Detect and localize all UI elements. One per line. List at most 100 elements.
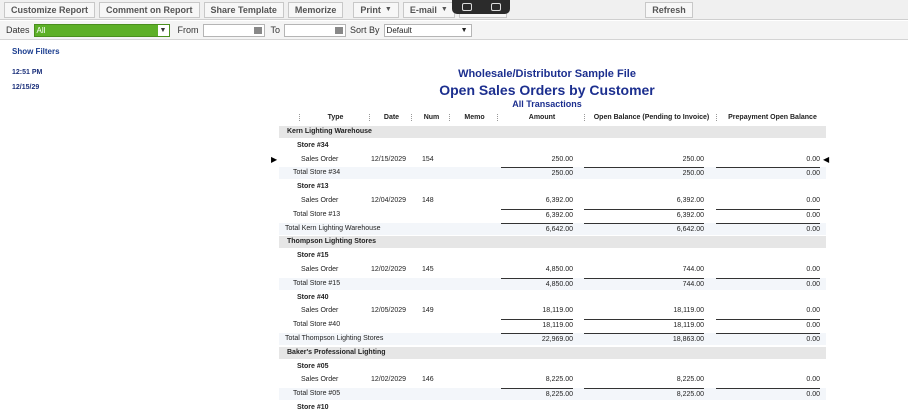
txn-prepay-balance: 0.00 bbox=[806, 307, 820, 315]
chevron-down-icon[interactable]: ▼ bbox=[157, 24, 169, 36]
table-row[interactable]: Sales Order 12/02/2029 145 4,850.00 744.00 0.… bbox=[279, 264, 826, 276]
filter-bar: Dates All ▼ From To Sort By Default ▼ bbox=[0, 21, 908, 40]
column-header[interactable]: Date bbox=[369, 114, 411, 121]
txn-open-balance: 18,119.00 bbox=[673, 307, 704, 315]
store-row[interactable]: Store #05 bbox=[279, 361, 826, 373]
to-date-input[interactable] bbox=[284, 23, 347, 37]
store-total-row[interactable]: Total Store #15 4,850.00 744.00 0.00 bbox=[279, 277, 826, 290]
store-name: Store #13 bbox=[297, 183, 329, 191]
dates-label: Dates bbox=[6, 25, 30, 35]
txn-open-balance: 6,392.00 bbox=[676, 197, 704, 204]
total-label: Total Store #40 bbox=[293, 321, 341, 329]
txn-amount: 250.00 bbox=[551, 155, 573, 163]
column-header[interactable]: Open Balance (Pending to Invoice) bbox=[584, 114, 716, 121]
total-label: Total Store #05 bbox=[293, 390, 341, 398]
total-amount: 8,225.00 bbox=[501, 388, 573, 398]
column-header[interactable]: Amount bbox=[497, 114, 584, 121]
table-row[interactable]: Sales Order 12/04/2029 148 6,392.00 6,392.00… bbox=[279, 195, 826, 207]
store-row[interactable]: Store #34 bbox=[279, 140, 826, 152]
customer-total-row[interactable]: Total Kern Lighting Warehouse 6,642.00 6,6… bbox=[279, 222, 826, 235]
total-label: Total Kern Lighting Warehouse bbox=[285, 224, 381, 232]
txn-open-balance: 8,225.00 bbox=[676, 376, 704, 384]
store-row[interactable]: Store #10 bbox=[279, 402, 826, 414]
store-total-row[interactable]: Total Store #40 18,119.00 18,119.00 0.00 bbox=[279, 319, 826, 331]
sortby-value: Default bbox=[386, 25, 412, 35]
txn-prepay-balance: 0.00 bbox=[806, 197, 820, 204]
column-header[interactable]: Num bbox=[411, 114, 449, 121]
show-filters-link[interactable]: Show Filters bbox=[12, 47, 60, 56]
table-row[interactable]: Sales Order 12/02/2029 146 8,225.00 8,225.00… bbox=[279, 374, 826, 386]
report-title: Open Sales Orders by Customer bbox=[439, 82, 655, 98]
store-total-row[interactable]: Total Store #34 250.00 250.00 0.00 bbox=[279, 167, 826, 180]
total-amount: 6,642.00 bbox=[501, 222, 573, 233]
txn-type: Sales Order bbox=[301, 376, 339, 384]
total-prepay-balance: 0.00 bbox=[716, 333, 820, 343]
print-button[interactable]: Print ▼ bbox=[353, 1, 399, 18]
store-name: Store #05 bbox=[297, 362, 329, 370]
total-amount: 250.00 bbox=[501, 167, 573, 177]
total-open-balance: 6,642.00 bbox=[584, 222, 704, 233]
dates-select[interactable]: All ▼ bbox=[33, 23, 170, 37]
total-label: Total Store #15 bbox=[293, 279, 341, 287]
report-subtitle: All Transactions bbox=[512, 99, 582, 109]
txn-prepay-balance: 0.00 bbox=[806, 155, 820, 163]
store-name: Store #15 bbox=[297, 252, 329, 260]
calendar-icon[interactable] bbox=[253, 26, 262, 34]
txn-type: Sales Order bbox=[301, 266, 339, 273]
total-open-balance: 6,392.00 bbox=[584, 208, 704, 219]
share-template-button[interactable]: Share Template bbox=[203, 1, 284, 18]
column-header[interactable]: Memo bbox=[449, 114, 497, 121]
txn-num: 148 bbox=[422, 197, 434, 204]
expand-icon[interactable] bbox=[490, 3, 501, 11]
chevron-down-icon[interactable]: ▼ bbox=[441, 6, 448, 13]
store-name: Store #40 bbox=[297, 293, 329, 301]
total-prepay-balance: 0.00 bbox=[716, 222, 820, 233]
total-amount: 18,119.00 bbox=[501, 319, 573, 329]
table-row[interactable]: Sales Order 12/05/2029 149 18,119.00 18,119.… bbox=[279, 305, 826, 317]
table-row[interactable]: Sales Order 12/15/2029 154 250.00 250.00 0.00… bbox=[271, 154, 830, 166]
refresh-button[interactable]: Refresh bbox=[645, 1, 693, 18]
chevron-down-icon[interactable]: ▼ bbox=[385, 6, 392, 13]
total-open-balance: 250.00 bbox=[584, 167, 704, 177]
row-selector-icon: ◀ bbox=[823, 154, 830, 164]
store-row[interactable]: Store #40 bbox=[279, 292, 826, 304]
store-row[interactable]: Store #15 bbox=[279, 250, 826, 262]
txn-date: 12/04/2029 bbox=[371, 197, 407, 204]
store-total-row[interactable]: Total Store #13 6,392.00 6,392.00 0.00 bbox=[279, 208, 826, 221]
from-date-input[interactable] bbox=[202, 23, 265, 37]
store-row[interactable]: Store #13 bbox=[279, 181, 826, 193]
sortby-select[interactable]: Default ▼ bbox=[383, 23, 472, 37]
calendar-icon[interactable] bbox=[335, 26, 344, 34]
total-amount: 22,969.00 bbox=[501, 333, 573, 343]
store-total-row[interactable]: Total Store #05 8,225.00 8,225.00 0.00 bbox=[279, 388, 826, 401]
txn-open-balance: 744.00 bbox=[682, 266, 704, 273]
store-name: Store #34 bbox=[297, 141, 329, 149]
customer-row[interactable]: Baker's Professional Lighting bbox=[279, 346, 826, 359]
comment-on-report-button[interactable]: Comment on Report bbox=[99, 1, 200, 18]
screen-recorder-controls[interactable] bbox=[452, 0, 510, 14]
customer-name: Thompson Lighting Stores bbox=[287, 238, 377, 246]
customer-row[interactable]: Thompson Lighting Stores bbox=[279, 236, 826, 249]
column-header[interactable]: Type bbox=[299, 114, 369, 121]
customer-row[interactable]: Kern Lighting Warehouse bbox=[279, 126, 826, 138]
txn-type: Sales Order bbox=[301, 197, 339, 204]
column-header[interactable]: Prepayment Open Balance bbox=[716, 114, 826, 121]
window-icon[interactable] bbox=[461, 3, 472, 11]
chevron-down-icon[interactable]: ▼ bbox=[461, 27, 471, 34]
txn-amount: 8,225.00 bbox=[545, 376, 573, 384]
total-open-balance: 8,225.00 bbox=[584, 388, 704, 398]
memorize-button[interactable]: Memorize bbox=[287, 1, 344, 18]
txn-date: 12/02/2029 bbox=[371, 266, 407, 273]
txn-num: 145 bbox=[422, 266, 434, 273]
customer-total-row[interactable]: Total Thompson Lighting Stores 22,969.00 1… bbox=[279, 333, 826, 345]
txn-date: 12/15/2029 bbox=[371, 155, 407, 163]
txn-type: Sales Order bbox=[301, 155, 339, 163]
txn-num: 154 bbox=[422, 155, 434, 163]
e-mail-button[interactable]: E-mail ▼ bbox=[402, 1, 455, 18]
customize-report-button[interactable]: Customize Report bbox=[4, 1, 96, 18]
total-prepay-balance: 0.00 bbox=[716, 388, 820, 398]
txn-date: 12/05/2029 bbox=[371, 307, 407, 315]
total-open-balance: 18,119.00 bbox=[584, 319, 704, 329]
total-label: Total Thompson Lighting Stores bbox=[285, 335, 384, 342]
txn-num: 149 bbox=[422, 307, 434, 315]
